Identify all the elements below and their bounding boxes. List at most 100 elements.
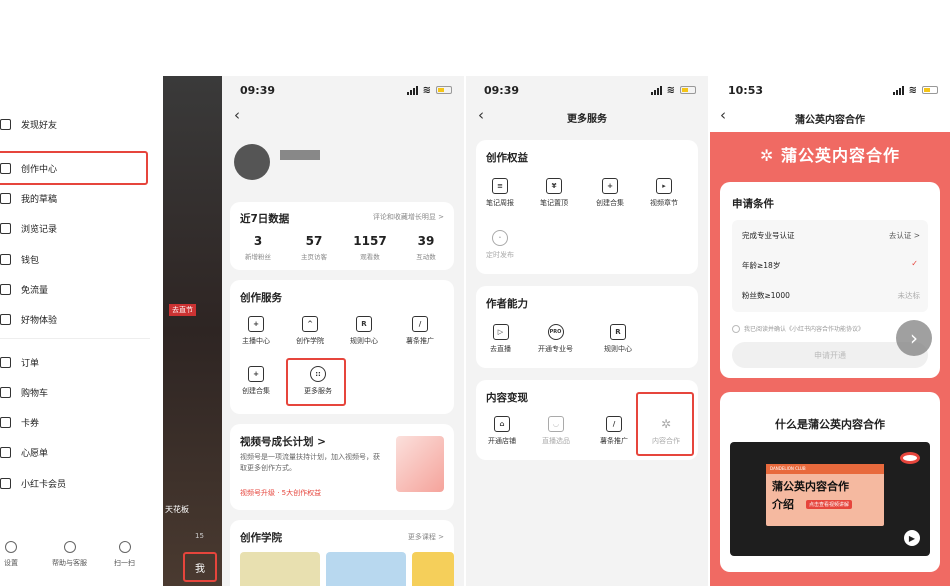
- stat-views: 1157 观看数: [353, 234, 387, 261]
- item-pin-note[interactable]: ¥ 笔记置顶: [540, 178, 568, 208]
- wifi-icon: ≋: [666, 84, 675, 96]
- req-label: 年龄≥18岁: [742, 261, 781, 270]
- signal-icon: [406, 85, 418, 95]
- avatar: [234, 144, 270, 180]
- sidebar-item-wallet[interactable]: 钱包: [0, 253, 39, 266]
- signal-icon: [650, 85, 662, 95]
- monetize-card: 内容变现 ⌂ 开通店铺 ◡ 直播选品 / 薯条推广 ✲ 内容合作: [476, 380, 698, 460]
- play-icon[interactable]: ▶: [904, 530, 920, 546]
- highlight-box: [636, 392, 694, 456]
- req-list: 完成专业号认证 去认证 > 年龄≥18岁 ✓ 粉丝数≥1000 未达标: [732, 220, 928, 312]
- help-icon: [63, 541, 76, 553]
- item-scheduled-post[interactable]: · 定时发布: [486, 230, 514, 260]
- req-label: 粉丝数≥1000: [742, 291, 790, 300]
- wishlist-icon: [0, 447, 11, 458]
- sidebar-item-member[interactable]: 小红卡会员: [0, 477, 66, 490]
- sidebar-item-goods[interactable]: 好物体验: [0, 313, 57, 326]
- verify-link[interactable]: 去认证 >: [889, 230, 920, 241]
- item-live-select[interactable]: ◡ 直播选品: [542, 416, 570, 446]
- anchor-icon: +: [248, 316, 264, 332]
- video-thumbnail[interactable]: DANDELION CLUB 蒲公英内容合作 介绍 点击查看视频讲解 ▶: [730, 442, 930, 556]
- sidebar-item-orders[interactable]: 订单: [0, 356, 39, 369]
- abilities-card: 作者能力 ▷ 去直播 PRO 开通专业号 R 规则中心: [476, 286, 698, 368]
- collection-icon: +: [602, 178, 618, 194]
- dandelion-icon: ✲: [760, 146, 781, 165]
- check-icon: ✓: [911, 259, 918, 268]
- battery-icon: [922, 86, 938, 94]
- service-promote[interactable]: / 薯条推广: [406, 316, 434, 346]
- me-tab[interactable]: 我: [183, 552, 217, 582]
- collection-icon: +: [248, 366, 264, 382]
- item-create-collection[interactable]: + 创建合集: [596, 178, 624, 208]
- course-thumb[interactable]: [326, 552, 406, 586]
- checkbox[interactable]: [732, 324, 740, 333]
- scan-button[interactable]: 扫一扫: [114, 541, 135, 568]
- sidebar-item-cart[interactable]: 购物车: [0, 386, 48, 399]
- signal-icon: [892, 85, 904, 95]
- req-label: 完成专业号认证: [742, 231, 795, 240]
- battery-icon: [436, 86, 452, 94]
- sidebar-item-history[interactable]: 浏览记录: [0, 222, 57, 235]
- item-rules[interactable]: R 规则中心: [604, 324, 632, 354]
- back-button[interactable]: ‹: [234, 106, 240, 124]
- item-video-chapter[interactable]: ▸ 视频章节: [650, 178, 678, 208]
- agreement-row[interactable]: 我已阅读并确认《小红书内容合作功能协议》: [732, 324, 864, 333]
- help-button[interactable]: 帮助与客服: [52, 541, 87, 568]
- draft-icon: [0, 193, 11, 204]
- item-open-store[interactable]: ⌂ 开通店铺: [488, 416, 516, 446]
- member-icon: [0, 478, 11, 489]
- item-promote[interactable]: / 薯条推广: [600, 416, 628, 446]
- item-go-live[interactable]: ▷ 去直播: [490, 324, 511, 354]
- pro-icon: PRO: [547, 324, 564, 340]
- service-rules[interactable]: R 规则中心: [350, 316, 378, 346]
- highlight-box: [286, 358, 346, 406]
- clock-icon: ·: [492, 230, 508, 246]
- promo-desc: 视频号是一项流量扶持计划，加入视频号，获取更多创作方式。: [240, 453, 380, 472]
- academy-title: 创作学院: [240, 532, 282, 544]
- live-icon: ▷: [492, 324, 509, 340]
- sidebar-item-drafts[interactable]: 我的草稿: [0, 192, 57, 205]
- add-friend-icon: [0, 119, 11, 130]
- sidebar-item-free-data[interactable]: 免流量: [0, 283, 48, 296]
- page-title: 蒲公英内容合作: [795, 115, 865, 126]
- sidebar-item-wishlist[interactable]: 心愿单: [0, 446, 48, 459]
- service-academy[interactable]: ^ 创作学院: [296, 316, 324, 346]
- course-thumb[interactable]: [240, 552, 320, 586]
- item-pro-account[interactable]: PRO 开通专业号: [538, 324, 573, 354]
- status-bar: 10:53 ≋: [710, 76, 950, 104]
- settings-button[interactable]: 设置: [4, 541, 18, 568]
- promo-link[interactable]: 视频号升级 · 5大创作权益: [240, 488, 321, 498]
- course-thumb[interactable]: [412, 552, 454, 586]
- username: [280, 150, 320, 160]
- req-status: 未达标: [897, 291, 921, 300]
- sidebar-item-find-friends[interactable]: 发现好友: [0, 118, 57, 131]
- stats-link[interactable]: 评论和收藏增长明显 >: [373, 212, 444, 222]
- gear-icon: [5, 541, 17, 553]
- order-icon: [0, 357, 11, 368]
- page-title: 更多服务: [567, 114, 607, 125]
- sidebar-panel: 发现好友 创作中心 我的草稿 浏览记录 钱包 免流量 好物体验 订单 购物车 卡…: [0, 76, 222, 586]
- pin-icon: ¥: [546, 178, 562, 194]
- section-title: 作者能力: [486, 298, 528, 310]
- promo-illustration: [396, 436, 444, 492]
- academy-link[interactable]: 更多课程 >: [408, 532, 444, 542]
- rules-icon: R: [610, 324, 626, 340]
- benefits-card: 创作权益 ≡ 笔记周报 ¥ 笔记置顶 + 创建合集 ▸ 视频章节 · 定时发布: [476, 140, 698, 274]
- item-weekly-report[interactable]: ≡ 笔记周报: [486, 178, 514, 208]
- wallet-icon: [0, 254, 11, 265]
- stat-fans: 3 新增粉丝: [245, 234, 271, 261]
- data-icon: [0, 284, 11, 295]
- creator-center-panel: 09:39 ≋ ‹ 近7日数据 评论和收藏增长明显 > 3 新增粉丝 57 主页访客 …: [222, 76, 464, 586]
- service-collection[interactable]: + 创建合集: [242, 366, 270, 396]
- section-title: 内容变现: [486, 392, 528, 404]
- promo-card[interactable]: 视频号成长计划 > 视频号是一项流量扶持计划，加入视频号，获取更多创作方式。 视…: [230, 424, 454, 510]
- service-anchor[interactable]: + 主播中心: [242, 316, 270, 346]
- divider: [0, 338, 150, 339]
- rules-icon: R: [356, 316, 372, 332]
- stats-title: 近7日数据: [240, 213, 290, 225]
- header: 10:53 ≋ ‹ 蒲公英内容合作: [710, 76, 950, 132]
- next-arrow-icon[interactable]: ›: [896, 320, 932, 356]
- sidebar-item-coupons[interactable]: 卡券: [0, 416, 39, 429]
- feed-text: 天花板: [165, 505, 189, 514]
- intro-title: 什么是蒲公英内容合作: [775, 418, 885, 431]
